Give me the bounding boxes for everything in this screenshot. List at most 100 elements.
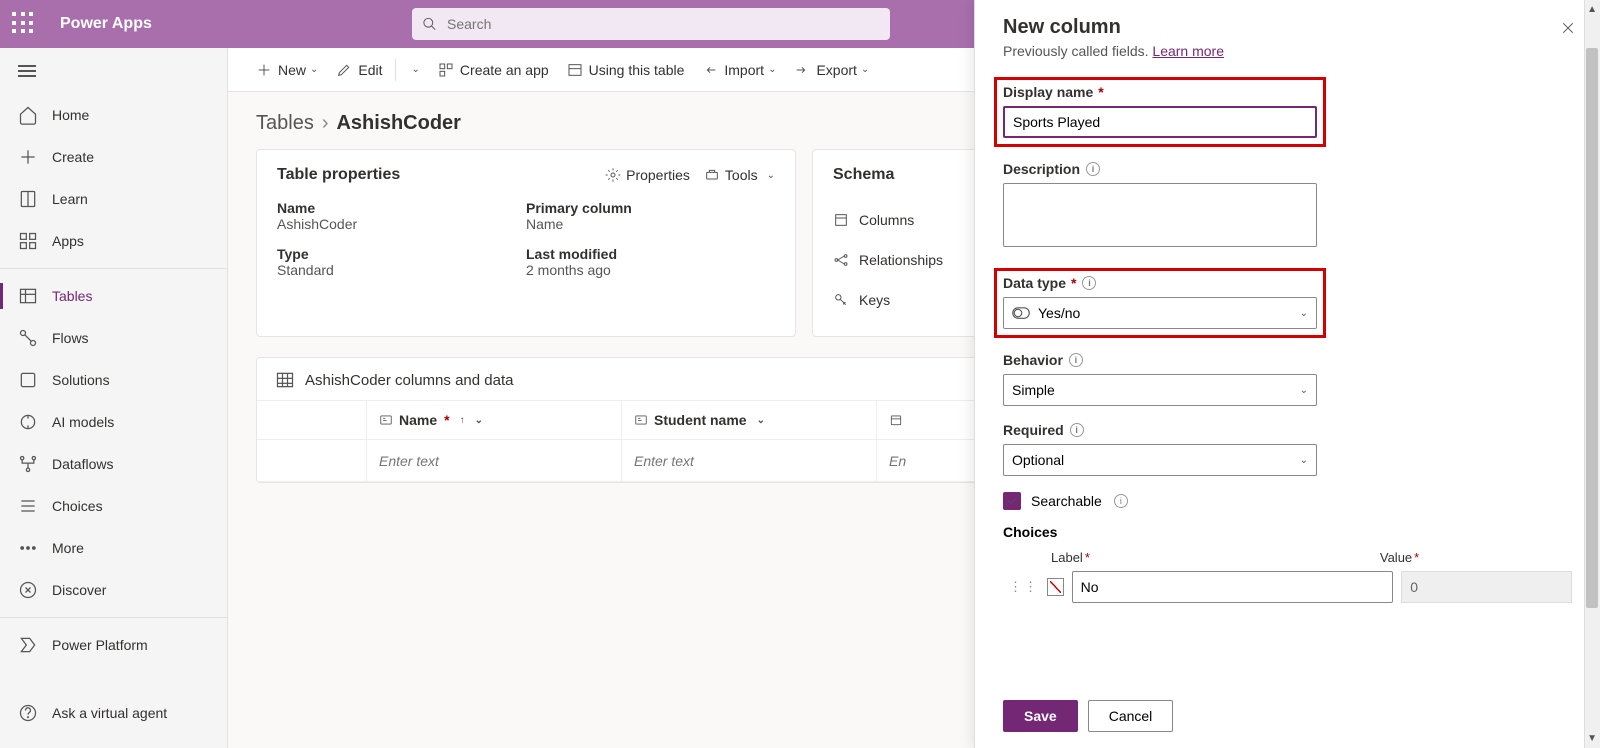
create-app-label: Create an app: [460, 62, 549, 78]
cancel-button[interactable]: Cancel: [1088, 700, 1174, 732]
cell-student[interactable]: [622, 440, 877, 481]
scroll-down-icon[interactable]: ▼: [1587, 733, 1597, 744]
tools-label: Tools: [725, 167, 758, 183]
row-selector-header[interactable]: [257, 401, 367, 439]
info-icon[interactable]: i: [1114, 494, 1128, 508]
sidebar-item-label: Learn: [52, 191, 88, 207]
column-header-student[interactable]: Student name ⌄: [622, 401, 877, 439]
sidebar-item-power-platform[interactable]: Power Platform: [0, 624, 227, 666]
info-icon[interactable]: i: [1069, 353, 1083, 367]
hamburger-icon[interactable]: [0, 48, 227, 94]
info-icon[interactable]: i: [1086, 162, 1100, 176]
export-button[interactable]: Export⌄: [786, 54, 877, 86]
drag-handle-icon[interactable]: ⋮⋮: [1009, 579, 1039, 595]
edit-button[interactable]: Edit: [328, 54, 390, 86]
sidebar-item-label: Home: [52, 107, 89, 123]
chevron-down-icon: ⌄: [1300, 385, 1308, 396]
learn-more-link[interactable]: Learn more: [1152, 43, 1224, 59]
sidebar-item-create[interactable]: Create: [0, 136, 227, 178]
required-dropdown[interactable]: Optional ⌄: [1003, 444, 1317, 476]
searchable-checkbox[interactable]: [1003, 492, 1021, 510]
left-sidebar: Home Create Learn Apps Tables Flows Solu…: [0, 48, 228, 748]
choices-value-col: Value*: [1380, 550, 1419, 565]
choice-row: ⋮⋮ 0: [1009, 571, 1572, 603]
sidebar-item-label: Solutions: [52, 372, 110, 388]
cell-name[interactable]: [367, 440, 622, 481]
choice-label-input[interactable]: [1072, 571, 1394, 603]
data-section-title: AshishCoder columns and data: [305, 372, 513, 389]
cell-input[interactable]: [634, 453, 864, 469]
solutions-icon: [18, 370, 38, 390]
check-icon: [1006, 495, 1018, 507]
type-value: Standard: [277, 262, 526, 278]
display-name-input[interactable]: [1003, 106, 1317, 138]
help-icon: [18, 703, 38, 723]
description-input[interactable]: [1003, 183, 1317, 247]
chevron-down-icon: ⌄: [1300, 308, 1308, 319]
new-label: New: [278, 62, 306, 78]
data-type-dropdown[interactable]: Yes/no ⌄: [1003, 297, 1317, 329]
using-table-button[interactable]: Using this table: [559, 54, 693, 86]
data-type-label: Data type*i: [1003, 275, 1317, 291]
toggle-icon: [1012, 307, 1030, 319]
choices-label-col: Label*: [1051, 550, 1090, 565]
scroll-thumb[interactable]: [1586, 48, 1598, 608]
sidebar-item-dataflows[interactable]: Dataflows: [0, 443, 227, 485]
chevron-down-icon: ⌄: [767, 170, 775, 181]
sidebar-item-choices[interactable]: Choices: [0, 485, 227, 527]
info-icon[interactable]: i: [1082, 276, 1096, 290]
choices-icon: [18, 496, 38, 516]
cell-input[interactable]: [379, 453, 609, 469]
primary-label: Primary column: [526, 200, 775, 216]
scroll-up-icon[interactable]: ▲: [1587, 4, 1597, 15]
highlight-display-name: Display name*: [994, 77, 1326, 147]
breadcrumb-root[interactable]: Tables: [256, 112, 314, 135]
home-icon: [18, 105, 38, 125]
table-icon: [275, 370, 295, 390]
color-swatch[interactable]: [1047, 578, 1064, 596]
import-button[interactable]: Import⌄: [694, 54, 784, 86]
chevron-down-icon: ⌄: [861, 64, 869, 75]
sidebar-item-tables[interactable]: Tables: [0, 275, 227, 317]
sidebar-item-ask-agent[interactable]: Ask a virtual agent: [0, 692, 227, 734]
tools-action[interactable]: Tools ⌄: [704, 167, 775, 183]
close-button[interactable]: [1556, 16, 1580, 40]
properties-action[interactable]: Properties: [605, 167, 690, 183]
edit-label: Edit: [358, 62, 382, 78]
chevron-down-icon: ⌄: [768, 64, 776, 75]
using-table-label: Using this table: [589, 62, 685, 78]
edit-split-chevron[interactable]: ⌄: [400, 54, 428, 86]
sidebar-item-ai-models[interactable]: AI models: [0, 401, 227, 443]
import-icon: [702, 62, 718, 78]
flows-icon: [18, 328, 38, 348]
row-selector-cell[interactable]: [257, 440, 367, 481]
more-icon: [18, 538, 38, 558]
card-title: Table properties: [277, 166, 400, 184]
save-button[interactable]: Save: [1003, 700, 1078, 732]
sidebar-item-discover[interactable]: Discover: [0, 569, 227, 611]
sidebar-item-solutions[interactable]: Solutions: [0, 359, 227, 401]
column-header-name[interactable]: Name* ↑ ⌄: [367, 401, 622, 439]
sidebar-item-apps[interactable]: Apps: [0, 220, 227, 262]
sidebar-item-learn[interactable]: Learn: [0, 178, 227, 220]
choices-heading: Choices: [1003, 524, 1572, 540]
panel-subtitle: Previously called fields. Learn more: [1003, 43, 1572, 59]
page-scrollbar[interactable]: ▲ ▼: [1584, 0, 1600, 748]
new-button[interactable]: New⌄: [248, 54, 326, 86]
sidebar-item-more[interactable]: More: [0, 527, 227, 569]
searchable-row[interactable]: Searchable i: [1003, 492, 1572, 510]
panel-footer: Save Cancel: [1003, 700, 1173, 732]
sidebar-item-label: AI models: [52, 414, 114, 430]
sidebar-item-flows[interactable]: Flows: [0, 317, 227, 359]
highlight-data-type: Data type*i Yes/no ⌄: [994, 268, 1326, 338]
info-icon[interactable]: i: [1070, 423, 1084, 437]
required-value: Optional: [1012, 452, 1064, 468]
global-search[interactable]: [412, 8, 890, 40]
apps-icon: [18, 231, 38, 251]
create-app-button[interactable]: Create an app: [430, 54, 557, 86]
search-input[interactable]: [447, 16, 880, 32]
app-launcher-icon[interactable]: [12, 12, 36, 36]
searchable-label: Searchable: [1031, 493, 1102, 509]
behavior-dropdown[interactable]: Simple ⌄: [1003, 374, 1317, 406]
sidebar-item-home[interactable]: Home: [0, 94, 227, 136]
